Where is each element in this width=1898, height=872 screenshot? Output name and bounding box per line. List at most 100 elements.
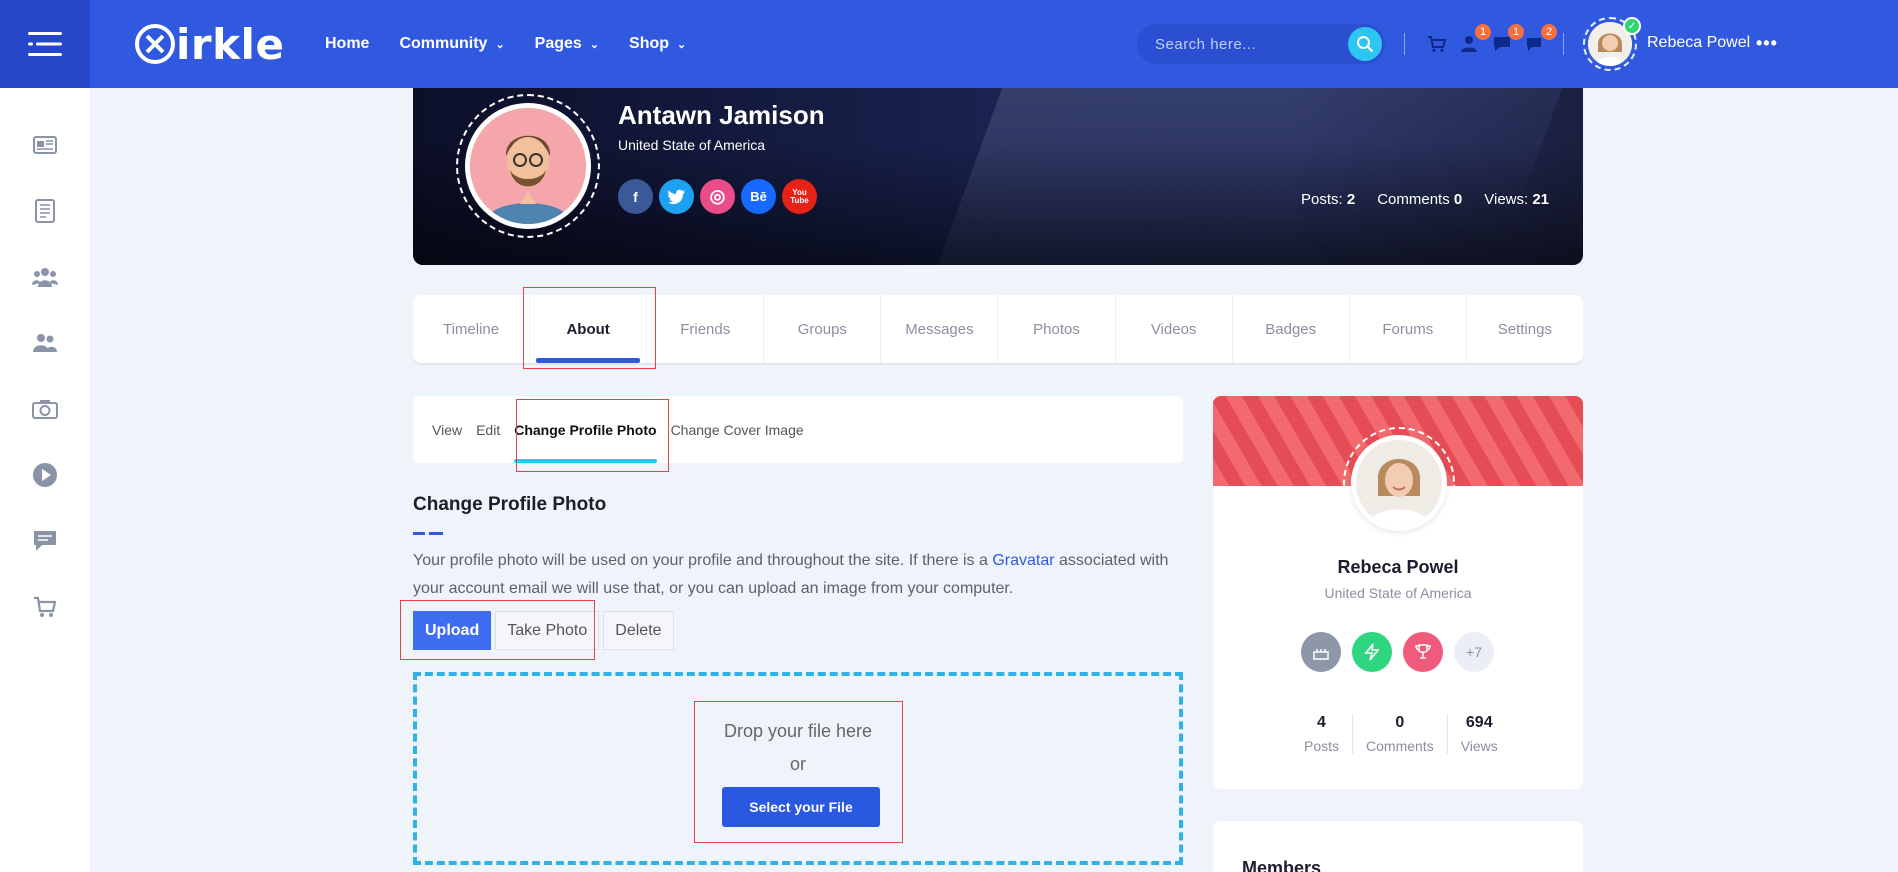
card-stat-views: 694 Views bbox=[1460, 714, 1498, 754]
notification-icon bbox=[1527, 38, 1541, 51]
tab-forums[interactable]: Forums bbox=[1350, 295, 1467, 363]
messages-badge: 1 bbox=[1508, 24, 1524, 40]
social-label: f bbox=[633, 188, 638, 205]
behance-icon[interactable]: Bē bbox=[741, 179, 776, 214]
section-title: Change Profile Photo bbox=[413, 494, 607, 515]
nav-pages[interactable]: Pages ⌄ bbox=[535, 35, 599, 53]
social-label: Bē bbox=[750, 189, 767, 204]
subtab-change-cover-image[interactable]: Change Cover Image bbox=[671, 396, 804, 463]
facebook-icon[interactable]: f bbox=[618, 179, 653, 214]
members-card: Members bbox=[1213, 821, 1583, 872]
online-check-icon: ✓ bbox=[1623, 17, 1641, 35]
cart-button[interactable] bbox=[1425, 32, 1449, 56]
logo[interactable]: irkle bbox=[134, 18, 284, 70]
tab-photos[interactable]: Photos bbox=[998, 295, 1116, 363]
friend-requests-button[interactable]: 1 bbox=[1457, 24, 1491, 56]
tab-groups[interactable]: Groups bbox=[764, 295, 882, 363]
messages-button[interactable]: 1 bbox=[1490, 24, 1524, 56]
user-profile-card: Rebeca Powel United State of America +7 … bbox=[1213, 396, 1583, 789]
card-stat-posts: 4 Posts bbox=[1291, 714, 1354, 754]
profile-name: Antawn Jamison bbox=[618, 100, 825, 130]
lightning-icon[interactable] bbox=[1352, 632, 1392, 672]
gravatar-link[interactable]: Gravatar bbox=[992, 552, 1054, 569]
youtube-icon[interactable]: You Tube bbox=[782, 179, 817, 214]
card-badges: +7 bbox=[1301, 632, 1494, 672]
desc-text: Your profile photo will be used on your … bbox=[413, 552, 993, 569]
top-bar: irkle Home Community ⌄ Pages ⌄ Shop ⌄ 1 bbox=[0, 0, 1898, 88]
search-box bbox=[1137, 24, 1385, 64]
user-icon bbox=[1461, 36, 1477, 52]
nav-home[interactable]: Home bbox=[325, 35, 369, 53]
cake-icon[interactable] bbox=[1301, 632, 1341, 672]
chevron-down-icon: ⌄ bbox=[677, 38, 687, 51]
tab-messages[interactable]: Messages bbox=[881, 295, 999, 363]
more-options-icon[interactable]: ••• bbox=[1756, 33, 1778, 54]
nav-community[interactable]: Community ⌄ bbox=[399, 35, 504, 53]
stat-views: Views: 21 bbox=[1484, 191, 1550, 208]
menu-toggle-button[interactable] bbox=[0, 0, 90, 88]
profile-tabs: Timeline About Friends Groups Messages P… bbox=[413, 295, 1583, 363]
stat-posts: Posts: 2 bbox=[1301, 191, 1356, 208]
profile-avatar[interactable] bbox=[465, 103, 591, 229]
sidebar bbox=[0, 88, 90, 872]
card-stats: 4 Posts 0 Comments 694 Views bbox=[1291, 714, 1511, 754]
cart-icon bbox=[34, 596, 57, 617]
tab-timeline[interactable]: Timeline bbox=[413, 295, 531, 363]
sidebar-item-videos[interactable] bbox=[31, 461, 59, 489]
twitter-icon[interactable]: t bbox=[659, 179, 694, 214]
tab-videos[interactable]: Videos bbox=[1116, 295, 1233, 363]
sidebar-item-newsfeed[interactable] bbox=[31, 131, 59, 159]
upload-button[interactable]: Upload bbox=[413, 611, 492, 650]
sidebar-item-shop[interactable] bbox=[31, 593, 59, 621]
divider bbox=[1404, 33, 1405, 55]
sidebar-item-pages[interactable] bbox=[31, 197, 59, 225]
sidebar-item-photos[interactable] bbox=[31, 395, 59, 423]
sidebar-item-groups[interactable] bbox=[31, 263, 59, 291]
trophy-icon[interactable] bbox=[1403, 632, 1443, 672]
photo-actions: Upload Take Photo Delete bbox=[413, 611, 674, 650]
nav-label: Pages bbox=[534, 35, 582, 52]
section-description: Your profile photo will be used on your … bbox=[413, 547, 1183, 603]
nav-label: Community bbox=[399, 35, 488, 52]
drop-text: Drop your file here bbox=[723, 721, 873, 741]
delete-button[interactable]: Delete bbox=[603, 611, 674, 650]
drop-or: or bbox=[789, 754, 806, 774]
take-photo-button[interactable]: Take Photo bbox=[495, 611, 600, 650]
tab-friends[interactable]: Friends bbox=[647, 295, 765, 363]
social-label: You Tube bbox=[790, 187, 809, 205]
nav-shop[interactable]: Shop ⌄ bbox=[629, 35, 686, 53]
stat-comments: Comments 0 bbox=[1377, 191, 1463, 208]
cart-icon bbox=[1428, 36, 1447, 53]
file-dropzone[interactable]: Drop your file here or Select your File bbox=[413, 672, 1183, 865]
hamburger-icon bbox=[28, 32, 62, 56]
user-name[interactable]: Rebeca Powel bbox=[1647, 34, 1750, 52]
user-avatar[interactable]: ✓ bbox=[1583, 17, 1641, 71]
sidebar-item-messages[interactable] bbox=[31, 527, 59, 555]
title-underline bbox=[413, 532, 443, 535]
sidebar-item-friends[interactable] bbox=[31, 329, 59, 357]
search-icon bbox=[1357, 36, 1373, 52]
document-icon bbox=[35, 199, 55, 223]
users-icon bbox=[33, 334, 57, 352]
newsfeed-icon bbox=[33, 136, 57, 154]
notifications-button[interactable]: 2 bbox=[1523, 24, 1557, 56]
search-input[interactable] bbox=[1155, 24, 1335, 64]
tab-about[interactable]: About bbox=[530, 295, 648, 363]
group-icon bbox=[32, 268, 58, 287]
card-avatar[interactable] bbox=[1351, 435, 1447, 531]
tab-settings[interactable]: Settings bbox=[1467, 295, 1583, 363]
select-file-button[interactable]: Select your File bbox=[722, 787, 880, 827]
social-label: ◎ bbox=[709, 186, 726, 206]
about-subtabs: View Edit Change Profile Photo Change Co… bbox=[413, 396, 1183, 463]
subtab-change-profile-photo[interactable]: Change Profile Photo bbox=[514, 396, 657, 463]
camera-icon bbox=[32, 400, 58, 419]
tab-badges[interactable]: Badges bbox=[1233, 295, 1350, 363]
subtab-view[interactable]: View bbox=[432, 396, 462, 463]
play-icon bbox=[33, 463, 57, 487]
chevron-down-icon: ⌄ bbox=[589, 38, 600, 51]
search-button[interactable] bbox=[1348, 27, 1382, 61]
card-user-name[interactable]: Rebeca Powel bbox=[1213, 557, 1583, 578]
more-badges[interactable]: +7 bbox=[1454, 632, 1494, 672]
subtab-edit[interactable]: Edit bbox=[476, 396, 500, 463]
dribbble-icon[interactable]: ◎ bbox=[700, 179, 735, 214]
